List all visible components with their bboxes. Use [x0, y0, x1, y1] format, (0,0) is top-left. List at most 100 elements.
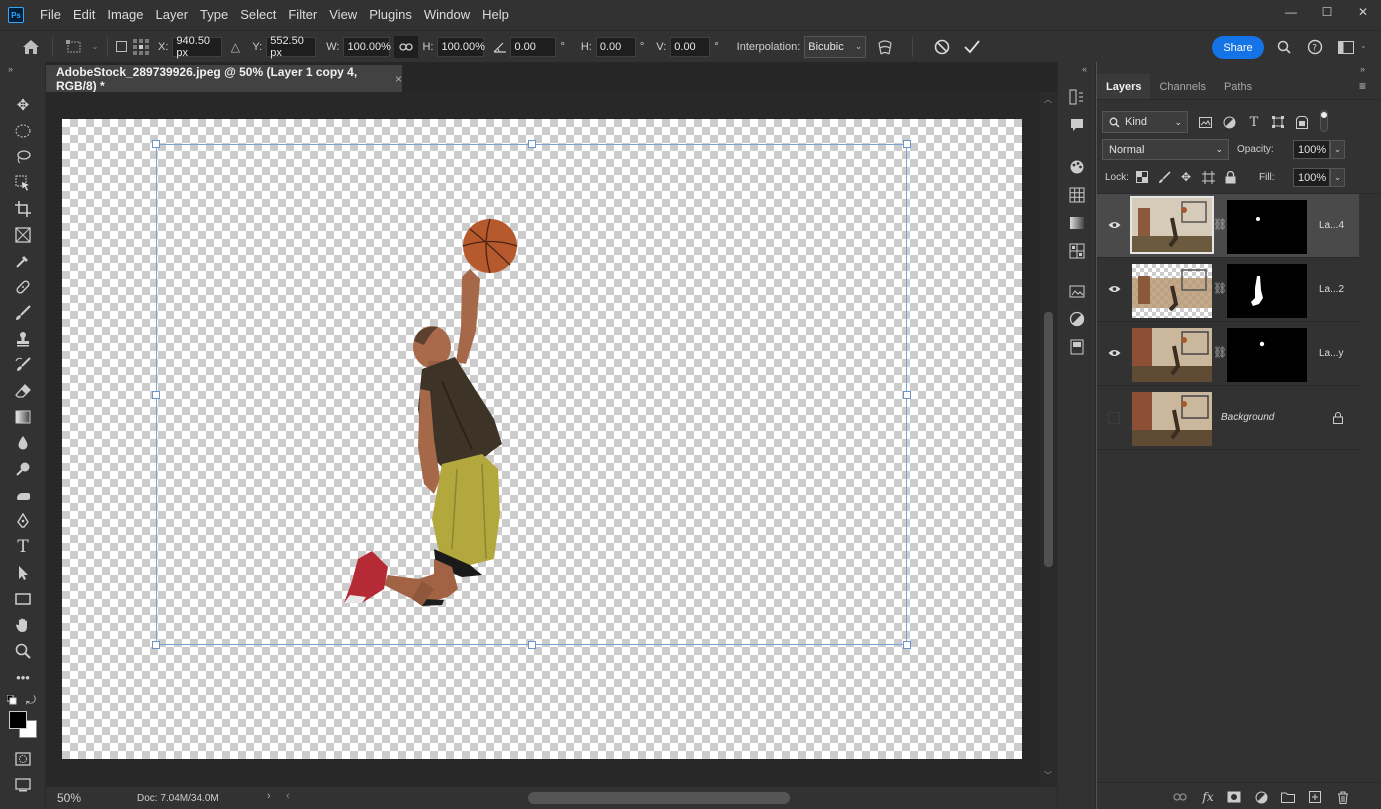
- hskew-field[interactable]: 0.00: [595, 36, 636, 57]
- rectangle-tool-icon[interactable]: [11, 588, 35, 610]
- vertical-scrollbar[interactable]: ︿ ﹀: [1040, 92, 1057, 787]
- transform-tool-icon[interactable]: [59, 39, 89, 54]
- eyedropper-tool-icon[interactable]: [11, 250, 35, 272]
- eraser-tool-icon[interactable]: [11, 380, 35, 402]
- zoom-tool-icon[interactable]: [11, 640, 35, 662]
- object-selection-tool-icon[interactable]: [11, 172, 35, 194]
- gradients-panel-icon[interactable]: [1068, 214, 1086, 232]
- fill-field[interactable]: 100%: [1293, 168, 1330, 187]
- commit-transform-icon[interactable]: [957, 39, 987, 54]
- healing-brush-tool-icon[interactable]: [11, 276, 35, 298]
- transform-handle-bottom-right[interactable]: [903, 641, 911, 649]
- move-tool-icon[interactable]: ✥: [11, 94, 35, 116]
- lasso-tool-icon[interactable]: [11, 146, 35, 168]
- layer-name[interactable]: Background: [1221, 412, 1274, 423]
- status-menu-arrow-icon[interactable]: ›: [267, 790, 271, 802]
- new-adjustment-layer-icon[interactable]: [1253, 789, 1269, 805]
- transform-handle-middle-left[interactable]: [152, 391, 160, 399]
- tab-layers[interactable]: Layers: [1097, 74, 1151, 99]
- gradient-tool-icon[interactable]: [11, 406, 35, 428]
- lock-image-pixels-icon[interactable]: [1156, 169, 1172, 185]
- layer-filter-kind-select[interactable]: Kind ⌄: [1102, 111, 1188, 133]
- scroll-up-icon[interactable]: ︿: [1044, 94, 1052, 105]
- mask-link-icon[interactable]: ⛓: [1213, 218, 1227, 231]
- scroll-left-icon[interactable]: ‹: [286, 790, 290, 802]
- collapse-arrows-icon[interactable]: «: [1082, 64, 1087, 74]
- home-icon[interactable]: [16, 39, 46, 55]
- dodge-tool-icon[interactable]: [11, 458, 35, 480]
- swap-colors-icon[interactable]: ⤾: [26, 693, 36, 708]
- more-tools-icon[interactable]: •••: [11, 666, 35, 688]
- quick-mask-icon[interactable]: [11, 748, 35, 770]
- mask-link-icon[interactable]: ⛓: [1213, 346, 1227, 359]
- close-window-button[interactable]: ✕: [1345, 0, 1381, 24]
- link-layers-icon[interactable]: [1172, 789, 1188, 805]
- screen-mode-icon[interactable]: [11, 774, 35, 796]
- transform-handle-bottom-center[interactable]: [528, 641, 536, 649]
- blur-tool-icon[interactable]: [11, 432, 35, 454]
- history-brush-tool-icon[interactable]: [11, 354, 35, 376]
- foreground-color-swatch[interactable]: [9, 711, 27, 729]
- layer-thumbnail[interactable]: [1132, 264, 1212, 318]
- frame-tool-icon[interactable]: [11, 224, 35, 246]
- menu-select[interactable]: Select: [234, 0, 282, 30]
- warp-icon[interactable]: [870, 38, 900, 56]
- tab-paths[interactable]: Paths: [1215, 74, 1261, 99]
- menu-help[interactable]: Help: [476, 0, 515, 30]
- patterns-panel-icon[interactable]: [1068, 242, 1086, 260]
- brush-tool-icon[interactable]: [11, 302, 35, 324]
- libraries-panel-icon[interactable]: [1068, 282, 1086, 300]
- delete-layer-icon[interactable]: [1335, 789, 1351, 805]
- minimize-button[interactable]: —: [1273, 0, 1309, 24]
- opacity-field[interactable]: 100%: [1293, 140, 1330, 159]
- menu-plugins[interactable]: Plugins: [363, 0, 418, 30]
- layer-thumbnail[interactable]: [1132, 328, 1212, 382]
- cancel-transform-icon[interactable]: [927, 39, 957, 55]
- path-selection-tool-icon[interactable]: [11, 562, 35, 584]
- layer-name[interactable]: La...y: [1319, 348, 1343, 359]
- expand-arrows-icon[interactable]: »: [1360, 64, 1365, 74]
- menu-file[interactable]: File: [34, 0, 67, 30]
- vskew-field[interactable]: 0.00: [670, 36, 711, 57]
- transform-handle-top-left[interactable]: [152, 140, 160, 148]
- scroll-down-icon[interactable]: ﹀: [1044, 770, 1052, 781]
- opacity-dropdown[interactable]: ⌄: [1330, 140, 1345, 159]
- layer-name[interactable]: La...2: [1319, 284, 1344, 295]
- visibility-toggle-empty[interactable]: [1108, 412, 1120, 424]
- menu-edit[interactable]: Edit: [67, 0, 101, 30]
- filter-shape-layers-icon[interactable]: [1270, 114, 1286, 130]
- reference-point-checkbox[interactable]: [114, 41, 128, 52]
- height-field[interactable]: 100.00%: [437, 36, 485, 57]
- horizontal-scroll-thumb[interactable]: [528, 792, 790, 804]
- angle-field[interactable]: 0.00: [510, 36, 557, 57]
- blend-mode-select[interactable]: Normal ⌄: [1102, 139, 1229, 160]
- tab-channels[interactable]: Channels: [1150, 74, 1214, 99]
- properties-panel-icon[interactable]: [1068, 338, 1086, 356]
- menu-view[interactable]: View: [323, 0, 363, 30]
- link-icon[interactable]: [394, 35, 419, 58]
- chevron-down-icon[interactable]: ⌄: [1360, 41, 1367, 50]
- relative-positioning-icon[interactable]: △: [222, 40, 248, 54]
- filter-type-layers-icon[interactable]: T: [1246, 114, 1262, 130]
- menu-window[interactable]: Window: [418, 0, 476, 30]
- visibility-eye-icon[interactable]: [1107, 346, 1121, 360]
- vertical-scroll-thumb[interactable]: [1044, 312, 1053, 567]
- filter-adjustment-layers-icon[interactable]: [1221, 114, 1237, 130]
- smudge-tool-icon[interactable]: [11, 484, 35, 506]
- mask-link-icon[interactable]: ⛓: [1213, 282, 1227, 295]
- transform-handle-top-center[interactable]: [528, 140, 536, 148]
- zoom-level-field[interactable]: 50%: [57, 791, 107, 805]
- layer-row[interactable]: Background: [1097, 386, 1359, 450]
- workspace-icon[interactable]: [1337, 39, 1355, 55]
- lock-position-icon[interactable]: ✥: [1178, 169, 1194, 185]
- transform-handle-middle-right[interactable]: [903, 391, 911, 399]
- lock-transparent-pixels-icon[interactable]: [1134, 169, 1150, 185]
- search-icon[interactable]: [1276, 39, 1292, 55]
- visibility-eye-icon[interactable]: [1107, 218, 1121, 232]
- filter-pixel-layers-icon[interactable]: [1197, 114, 1213, 130]
- crop-tool-icon[interactable]: [11, 198, 35, 220]
- layer-row[interactable]: ⛓ La...4: [1097, 194, 1359, 258]
- menu-layer[interactable]: Layer: [150, 0, 195, 30]
- share-button[interactable]: Share: [1212, 36, 1264, 59]
- clone-stamp-tool-icon[interactable]: [11, 328, 35, 350]
